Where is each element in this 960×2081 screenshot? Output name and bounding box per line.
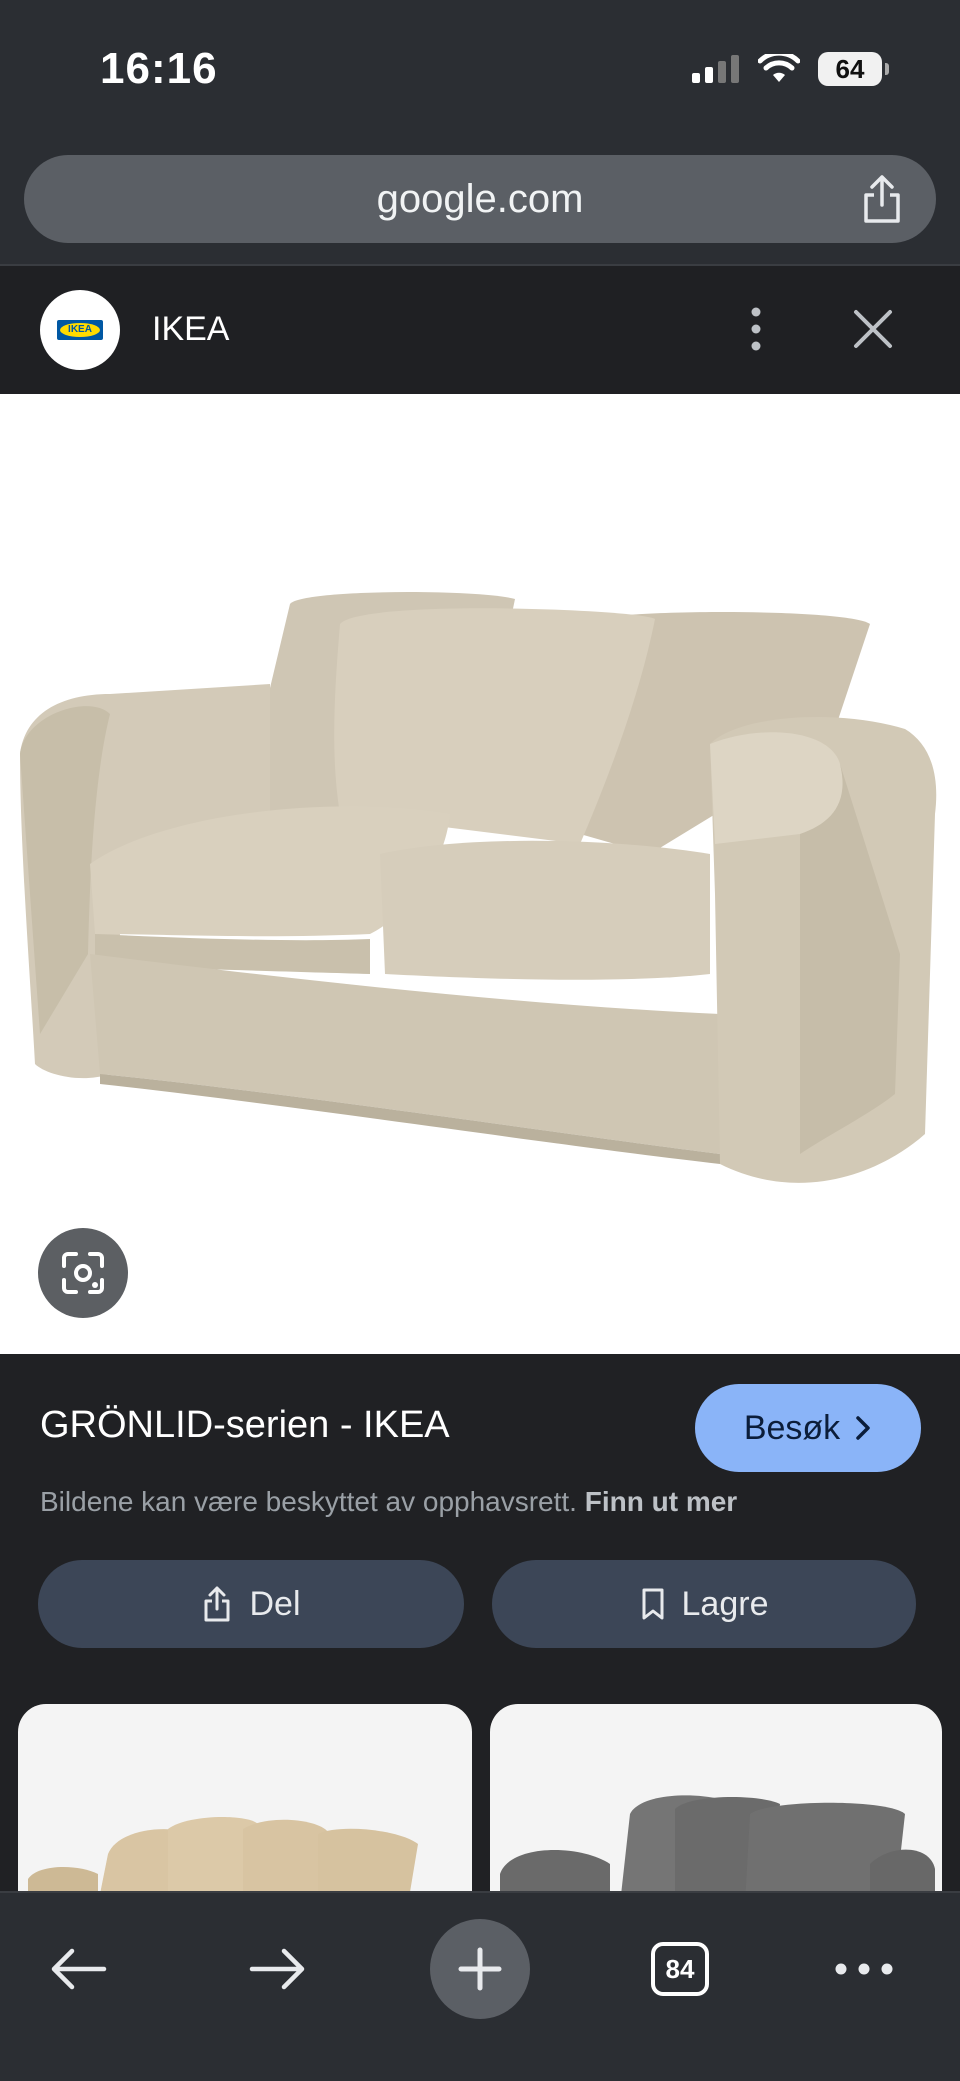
forward-button[interactable] (228, 1919, 328, 2019)
address-bar-area: google.com (0, 140, 960, 266)
status-time: 16:16 (100, 44, 218, 93)
related-image-2[interactable] (490, 1704, 942, 1904)
battery-indicator: 64 (818, 52, 889, 86)
related-image-1[interactable] (18, 1704, 472, 1904)
copyright-text: Bildene kan være beskyttet av opphavsret… (40, 1486, 577, 1517)
url-text[interactable]: google.com (24, 177, 936, 222)
visit-label: Besøk (743, 1408, 841, 1447)
site-name: IKEA (152, 310, 230, 348)
tab-count: 84 (651, 1942, 709, 1996)
tab-switcher-button[interactable]: 84 (630, 1919, 730, 2019)
sofa-image (20, 592, 937, 1183)
address-bar[interactable]: google.com (24, 155, 936, 243)
status-icons: 64 (692, 52, 889, 86)
status-bar: 16:16 64 (0, 0, 960, 140)
more-options-icon[interactable] (736, 304, 776, 354)
bottom-toolbar: 84 (0, 1891, 960, 2081)
product-image[interactable] (0, 394, 960, 1354)
save-button[interactable]: Lagre (492, 1560, 916, 1648)
back-button[interactable] (28, 1919, 128, 2019)
share-icon[interactable] (858, 173, 906, 225)
wifi-icon (758, 54, 800, 82)
more-horizontal-icon (835, 1963, 893, 1975)
arrow-left-icon (51, 1948, 107, 1990)
visit-button[interactable]: Besøk (695, 1384, 921, 1472)
close-icon[interactable] (850, 306, 896, 352)
ikea-logo-icon: IKEA (57, 320, 103, 340)
copyright-notice: Bildene kan være beskyttet av opphavsret… (40, 1486, 737, 1518)
menu-button[interactable] (814, 1919, 914, 2019)
bookmark-icon (642, 1588, 664, 1620)
share-button[interactable]: Del (38, 1560, 464, 1648)
lens-icon (62, 1252, 104, 1294)
result-title[interactable]: GRÖNLID-serien - IKEA (40, 1404, 450, 1447)
chevron-right-icon (856, 1416, 870, 1440)
site-header: IKEA IKEA (0, 266, 960, 394)
save-label: Lagre (681, 1584, 769, 1623)
arrow-right-icon (249, 1948, 305, 1990)
share-icon (204, 1586, 230, 1622)
result-panel: GRÖNLID-serien - IKEA Besøk Bildene kan … (0, 1354, 960, 1904)
google-lens-button[interactable] (38, 1228, 128, 1318)
learn-more-link[interactable]: Finn ut mer (585, 1486, 737, 1517)
share-label: Del (249, 1584, 301, 1623)
new-tab-button[interactable] (430, 1919, 530, 2019)
cellular-signal-icon (692, 55, 739, 83)
grey-sofa-thumbnail (500, 1795, 935, 1904)
plus-icon (458, 1947, 502, 1991)
beige-sofa-thumbnail (28, 1817, 418, 1904)
site-logo: IKEA (40, 290, 120, 370)
